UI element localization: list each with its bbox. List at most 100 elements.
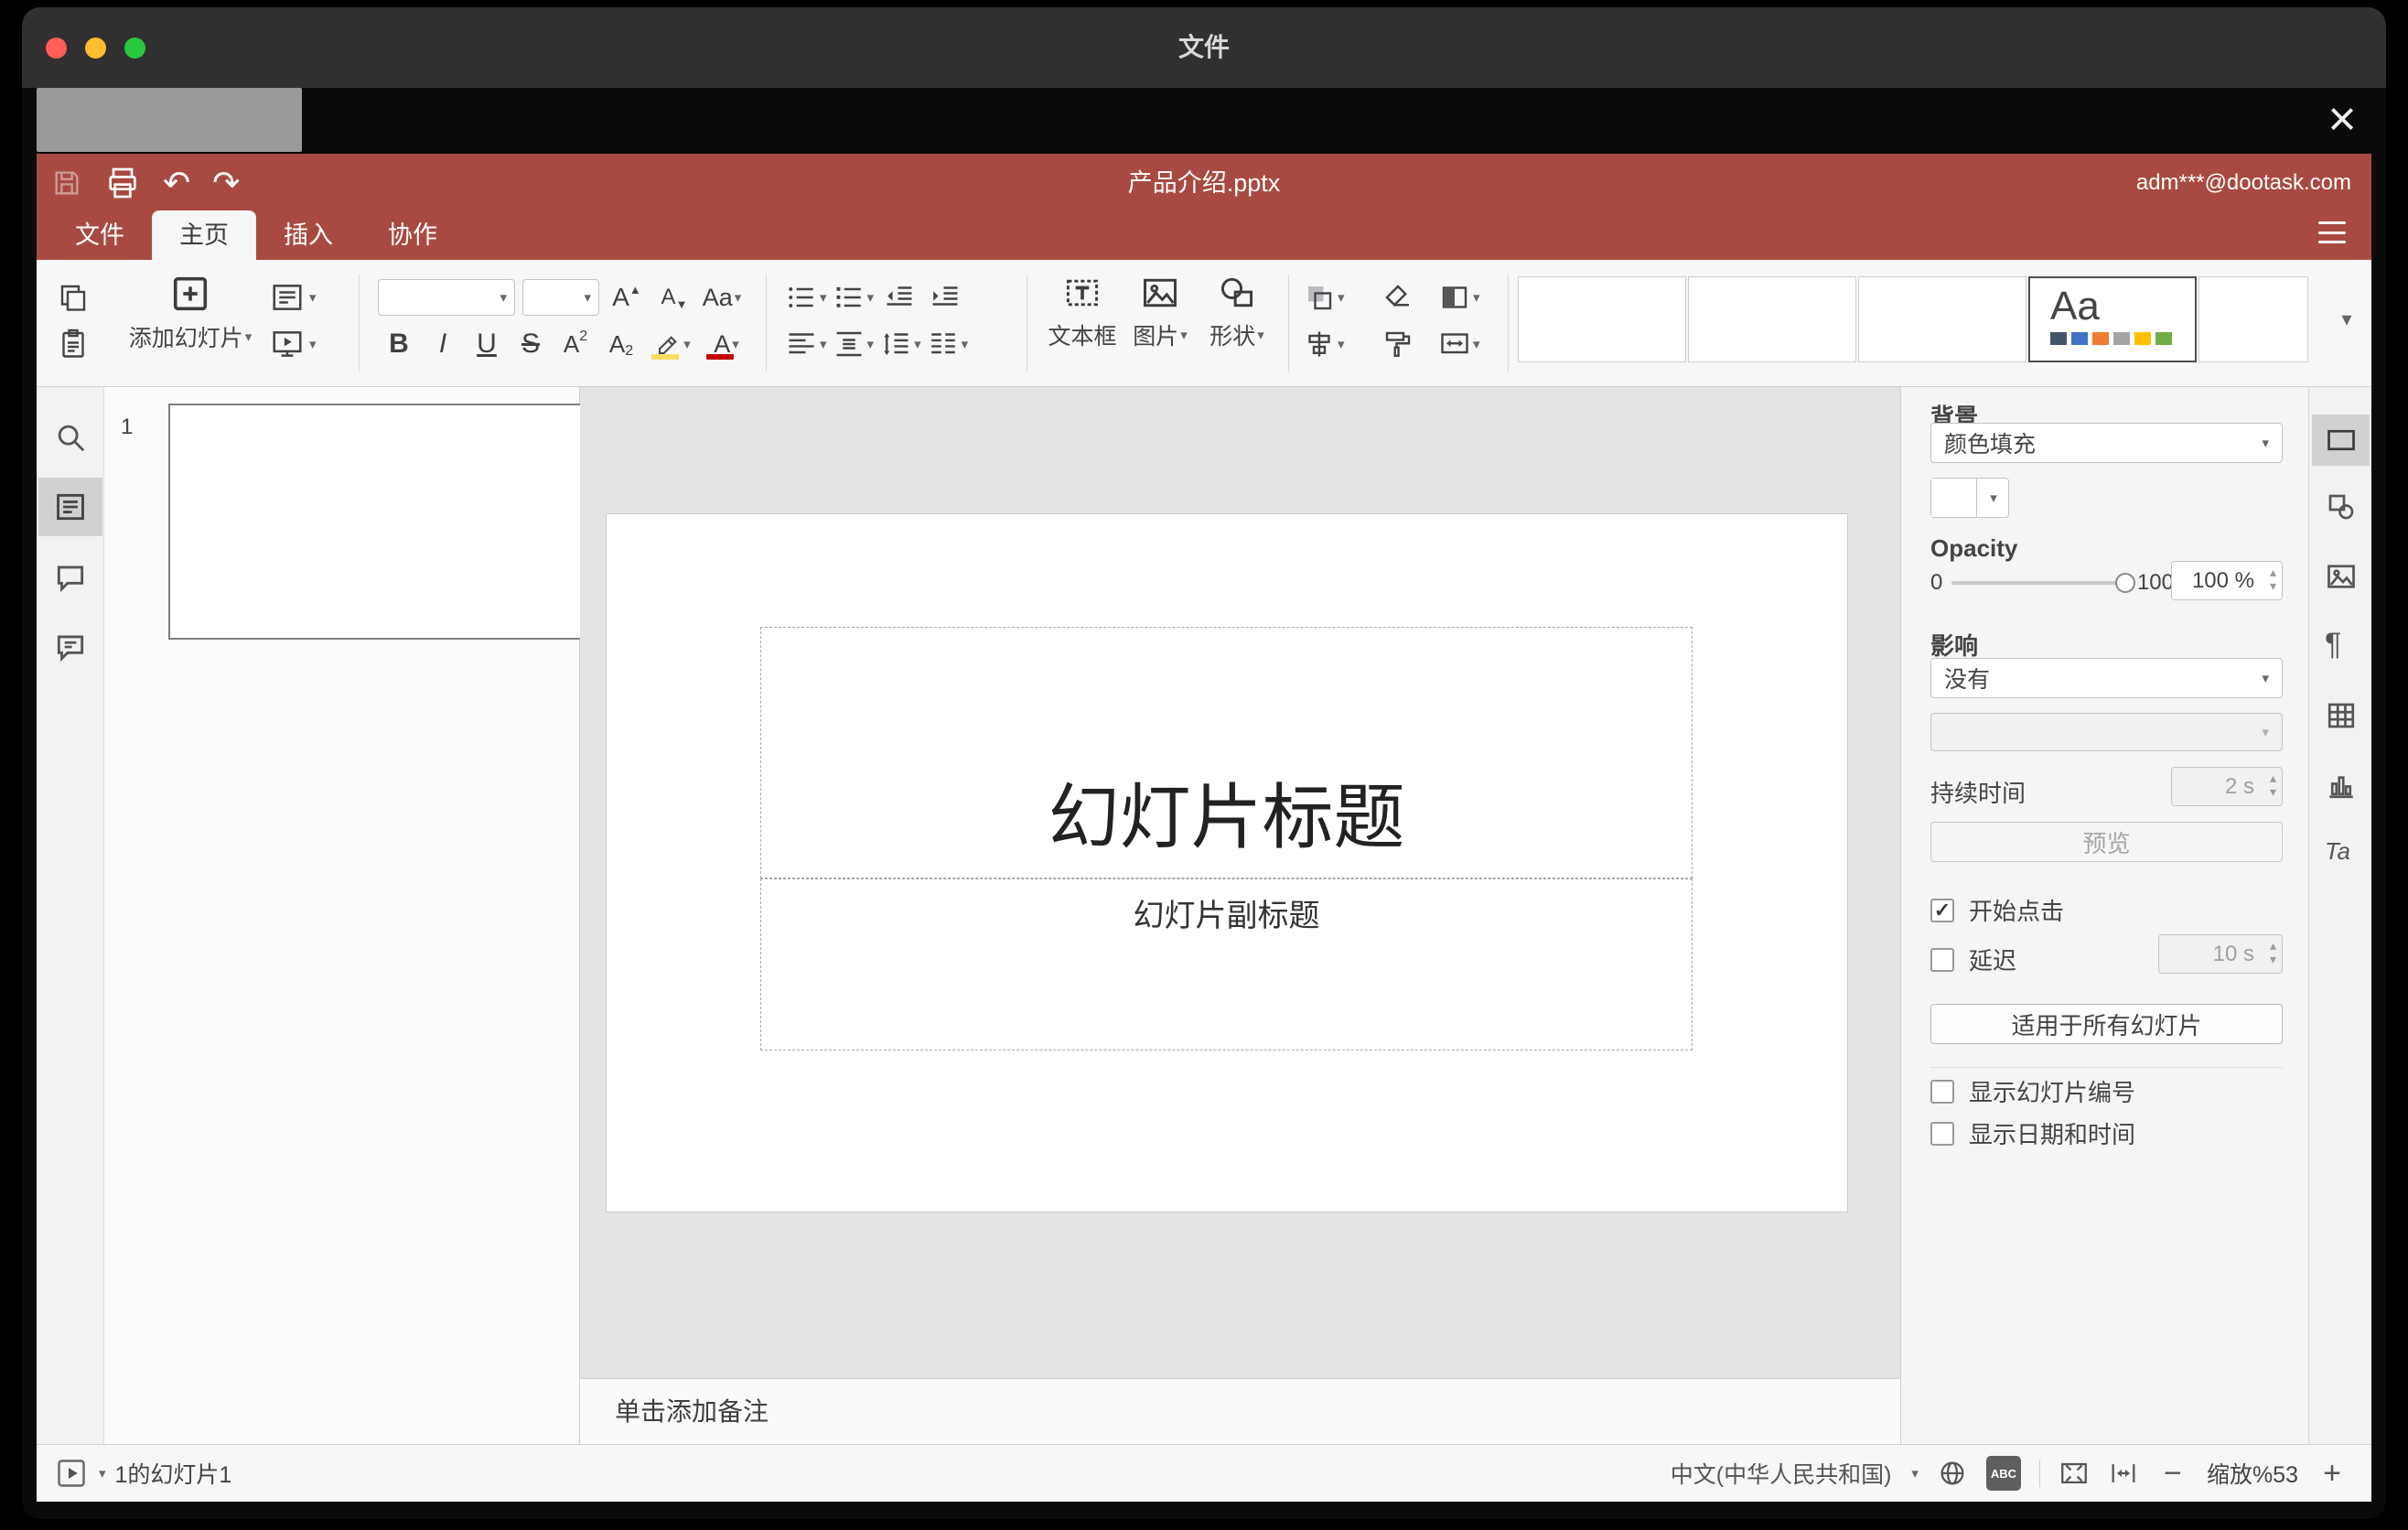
slide-canvas[interactable]: 幻灯片标题 幻灯片副标题	[607, 514, 1847, 1212]
menu-icon[interactable]	[2318, 221, 2346, 243]
slide-settings-icon[interactable]	[2325, 424, 2358, 457]
paste-button[interactable]	[53, 324, 93, 364]
textart-settings-icon[interactable]: Ta	[2325, 837, 2350, 866]
start-slideshow-button[interactable]	[267, 324, 307, 364]
theme-gallery-expand-button[interactable]: ▾	[2326, 276, 2366, 362]
chevron-down-icon: ▾	[2341, 307, 2352, 330]
italic-button[interactable]: I	[422, 324, 464, 364]
numbered-list-button[interactable]: ▾	[833, 277, 874, 318]
horizontal-align-button[interactable]: ▾	[785, 324, 827, 364]
spinner-down-icon[interactable]: ▾	[2270, 579, 2276, 593]
increase-indent-button[interactable]	[925, 277, 965, 318]
delay-checkbox[interactable]	[1930, 947, 1954, 972]
chevron-down-icon: ▾	[1473, 337, 1480, 352]
zoom-out-button[interactable]: −	[2157, 1456, 2188, 1492]
strikethrough-button[interactable]: S	[510, 324, 552, 364]
slide-layout-button[interactable]	[267, 277, 307, 318]
arrange-shapes-button[interactable]: ▾	[1303, 277, 1345, 318]
opacity-slider-knob[interactable]	[2114, 573, 2135, 593]
font-size-input[interactable]: ▾	[522, 279, 599, 316]
theme-option-selected[interactable]: Aa	[2028, 276, 2197, 362]
theme-option-3[interactable]	[1858, 276, 2026, 362]
theme-option-2[interactable]	[1688, 276, 1856, 362]
spinner-down-icon[interactable]: ▾	[2270, 785, 2276, 799]
decrease-indent-button[interactable]	[879, 277, 919, 318]
transition-variant-select[interactable]: ▾	[1930, 713, 2283, 751]
chevron-down-icon[interactable]: ▾	[99, 1465, 106, 1482]
bullet-list-button[interactable]: ▾	[785, 277, 827, 318]
insert-textbox-button[interactable]: 文本框	[1043, 273, 1122, 351]
font-color-button[interactable]: A ▾	[700, 324, 753, 364]
spinner-up-icon[interactable]: ▴	[2270, 771, 2276, 785]
preview-button[interactable]: 预览	[1930, 822, 2283, 862]
table-settings-icon[interactable]	[2325, 699, 2358, 732]
highlight-color-button[interactable]: ▾	[645, 324, 698, 364]
fit-to-slide-icon[interactable]	[2059, 1458, 2090, 1489]
search-icon[interactable]	[53, 420, 88, 455]
globe-icon[interactable]	[1937, 1458, 1968, 1489]
copy-style-icon	[1381, 328, 1414, 361]
copy-button[interactable]	[53, 277, 93, 318]
tab-file[interactable]: 文件	[48, 210, 152, 260]
start-on-click-checkbox[interactable]: ✓	[1930, 898, 1954, 922]
chart-settings-icon[interactable]	[2325, 769, 2358, 802]
increase-font-button[interactable]: A ▲	[607, 277, 647, 318]
theme-option-5[interactable]	[2198, 276, 2308, 362]
add-slide-button[interactable]: 添加幻灯片 ▾	[128, 273, 253, 353]
feedback-icon[interactable]	[53, 630, 88, 664]
slides-panel-icon[interactable]	[53, 490, 88, 524]
paragraph-settings-icon[interactable]: ¶	[2325, 627, 2341, 663]
zoom-in-button[interactable]: +	[2317, 1456, 2348, 1492]
fit-to-width-icon[interactable]	[2108, 1458, 2139, 1489]
clear-style-button[interactable]	[1378, 277, 1418, 318]
slide-thumbnail[interactable]	[168, 404, 582, 640]
notes-area[interactable]: 单击添加备注	[580, 1378, 1900, 1444]
transition-effect-select[interactable]: 没有 ▾	[1930, 658, 2283, 698]
background-color-picker[interactable]: ▾	[1930, 478, 2009, 518]
bold-button[interactable]: B	[378, 324, 420, 364]
subscript-button[interactable]: A 2	[599, 324, 643, 364]
highlight-color-swatch	[651, 354, 679, 360]
chevron-down-icon: ▾	[1911, 1466, 1919, 1482]
language-selector[interactable]: 中文(中华人民共和国)	[1671, 1457, 1892, 1490]
color-scheme-button[interactable]: ▾	[1438, 277, 1480, 318]
spinner-up-icon[interactable]: ▴	[2270, 939, 2276, 953]
opacity-slider-track[interactable]	[1951, 573, 2135, 593]
image-settings-icon[interactable]	[2325, 560, 2358, 593]
show-date-time-checkbox[interactable]	[1930, 1121, 1954, 1146]
title-placeholder[interactable]: 幻灯片标题	[760, 627, 1693, 878]
spinner-down-icon[interactable]: ▾	[2270, 953, 2276, 966]
change-case-button[interactable]: Aa ▾	[702, 277, 742, 318]
columns-button[interactable]: ▾	[927, 324, 968, 364]
tab-home[interactable]: 主页	[152, 210, 256, 260]
insert-shape-button[interactable]: 形状 ▾	[1199, 273, 1275, 351]
duration-input[interactable]: 2 s ▴ ▾	[2171, 767, 2283, 806]
underline-button[interactable]: U	[466, 324, 508, 364]
align-shapes-button[interactable]: ▾	[1303, 324, 1345, 364]
delay-input[interactable]: 10 s ▴ ▾	[2158, 934, 2283, 974]
opacity-value-input[interactable]: 100 % ▴ ▾	[2171, 561, 2283, 600]
shape-settings-icon[interactable]	[2325, 490, 2358, 523]
slide-size-button[interactable]: ▾	[1438, 324, 1480, 364]
tab-insert[interactable]: 插入	[256, 210, 360, 260]
apply-to-all-slides-button[interactable]: 适用于所有幻灯片	[1930, 1004, 2283, 1044]
line-spacing-button[interactable]: ▾	[879, 324, 921, 364]
spellcheck-toggle[interactable]: ABC	[1985, 1456, 2021, 1491]
close-icon[interactable]: ×	[2317, 90, 2368, 148]
font-name-input[interactable]: ▾	[378, 279, 515, 316]
subscript-base: A	[608, 329, 626, 358]
spinner-up-icon[interactable]: ▴	[2270, 566, 2276, 579]
decrease-font-button[interactable]: A ▼	[654, 277, 694, 318]
background-fill-select[interactable]: 颜色填充 ▾	[1930, 423, 2283, 463]
vertical-align-button[interactable]: ▾	[833, 324, 874, 364]
opacity-slider-row: 0 100	[1930, 570, 2174, 596]
copy-style-button[interactable]	[1378, 324, 1418, 364]
start-slideshow-status-button[interactable]	[55, 1457, 88, 1490]
tab-collaboration[interactable]: 协作	[360, 210, 465, 260]
insert-image-button[interactable]: 图片 ▾	[1122, 273, 1199, 351]
show-slide-number-checkbox[interactable]	[1930, 1079, 1954, 1104]
subtitle-placeholder[interactable]: 幻灯片副标题	[760, 878, 1693, 1051]
comments-icon[interactable]	[53, 560, 88, 595]
theme-option-1[interactable]	[1518, 276, 1686, 362]
superscript-button[interactable]: A 2	[554, 324, 597, 364]
